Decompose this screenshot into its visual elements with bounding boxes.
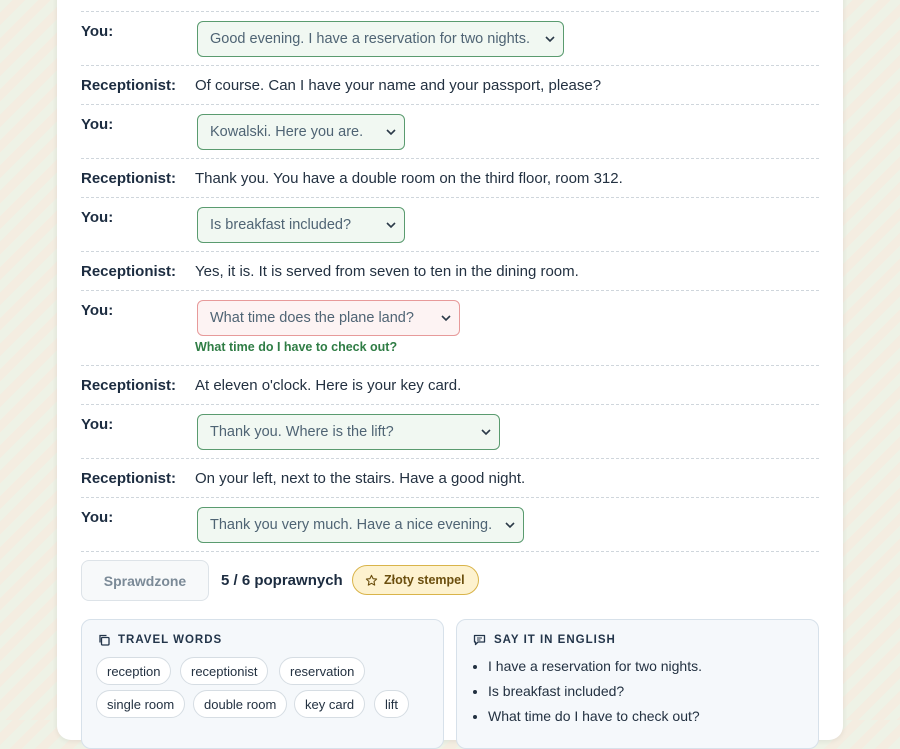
speaker-label: You:	[81, 416, 114, 433]
speaker-label: You:	[81, 302, 114, 319]
speaker-label: You:	[81, 509, 114, 526]
chevron-down-icon	[505, 522, 515, 529]
word-chip[interactable]: reservation	[279, 657, 366, 685]
response-select-value: Is breakfast included?	[210, 217, 352, 233]
gold-stamp-badge: Złoty stempel	[352, 565, 479, 595]
divider	[81, 404, 819, 405]
word-chip[interactable]: receptionist	[180, 657, 269, 685]
speaker-label: Receptionist:	[81, 170, 177, 187]
chevron-down-icon	[545, 36, 555, 43]
travel-words-title: TRAVEL WORDS	[98, 634, 222, 646]
response-select-value: Good evening. I have a reservation for t…	[210, 31, 530, 47]
chevron-down-icon	[441, 315, 451, 322]
chevron-down-icon	[386, 222, 396, 229]
correct-answer-hint: What time do I have to check out?	[195, 340, 398, 354]
divider	[81, 158, 819, 159]
word-chip[interactable]: lift	[374, 690, 409, 718]
receptionist-line: At eleven o'clock. Here is your key card…	[195, 377, 462, 394]
divider	[81, 104, 819, 105]
word-chip[interactable]: key card	[294, 690, 366, 718]
phrase-item: What time do I have to check out?	[488, 706, 702, 731]
badge-label: Złoty stempel	[384, 573, 465, 587]
response-select-value: Thank you very much. Have a nice evening…	[210, 517, 493, 533]
response-select[interactable]: Thank you very much. Have a nice evening…	[197, 507, 524, 543]
word-chip[interactable]: reception	[96, 657, 172, 685]
chat-icon	[473, 634, 486, 646]
receptionist-line: Of course. Can I have your name and your…	[195, 77, 602, 94]
speaker-label: You:	[81, 209, 114, 226]
response-select[interactable]: Kowalski. Here you are.	[197, 114, 405, 150]
speaker-label: Receptionist:	[81, 470, 177, 487]
response-select[interactable]: Thank you. Where is the lift?	[197, 414, 500, 450]
divider	[81, 497, 819, 498]
checked-button[interactable]: Sprawdzone	[81, 560, 209, 601]
word-chip[interactable]: double room	[193, 690, 288, 718]
travel-words-title-text: TRAVEL WORDS	[118, 634, 223, 646]
divider	[81, 251, 819, 252]
divider	[81, 290, 819, 291]
phrase-item: I have a reservation for two nights.	[488, 656, 702, 681]
divider	[81, 65, 819, 66]
copy-icon	[99, 634, 110, 646]
speaker-label: You:	[81, 116, 114, 133]
receptionist-line: Thank you. You have a double room on the…	[195, 170, 623, 187]
response-select[interactable]: Good evening. I have a reservation for t…	[197, 21, 564, 57]
divider	[81, 458, 819, 459]
response-select-incorrect[interactable]: What time does the plane land?	[197, 300, 460, 336]
say-it-title-text: SAY IT IN ENGLISH	[494, 634, 616, 646]
divider	[81, 197, 819, 198]
response-select-value: What time does the plane land?	[210, 310, 414, 326]
receptionist-line: On your left, next to the stairs. Have a…	[195, 470, 526, 487]
divider	[81, 365, 819, 366]
chevron-down-icon	[481, 429, 491, 436]
divider	[81, 11, 819, 12]
say-it-title: SAY IT IN ENGLISH	[473, 634, 616, 646]
receptionist-line: Yes, it is. It is served from seven to t…	[195, 263, 579, 280]
divider	[81, 551, 819, 552]
score-text: 5 / 6 poprawnych	[221, 572, 343, 589]
say-it-panel: SAY IT IN ENGLISH I have a reservation f…	[456, 619, 819, 749]
phrase-item: Is breakfast included?	[488, 681, 702, 706]
speaker-label: You:	[81, 23, 114, 40]
speaker-label: Receptionist:	[81, 377, 177, 394]
star-icon	[365, 574, 378, 586]
speaker-label: Receptionist:	[81, 263, 177, 280]
response-select-value: Thank you. Where is the lift?	[210, 424, 394, 440]
response-select-value: Kowalski. Here you are.	[210, 124, 364, 140]
chevron-down-icon	[386, 129, 396, 136]
word-chip[interactable]: single room	[96, 690, 186, 718]
speaker-label: Receptionist:	[81, 77, 177, 94]
response-select[interactable]: Is breakfast included?	[197, 207, 405, 243]
travel-words-panel: TRAVEL WORDS reception receptionist rese…	[81, 619, 444, 749]
